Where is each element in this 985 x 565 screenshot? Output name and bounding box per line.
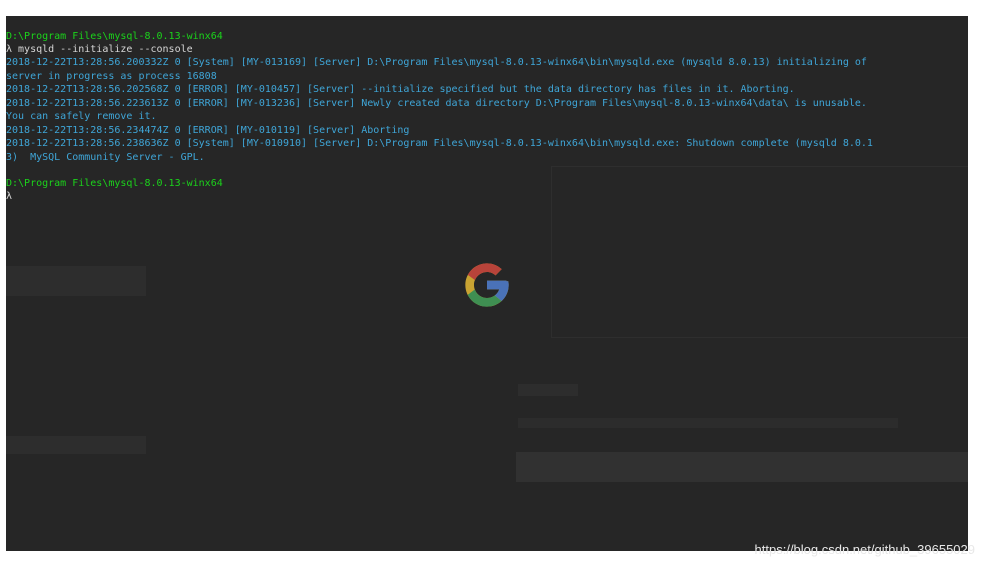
log-line: server in progress as process 16808 xyxy=(6,70,217,82)
log-line: 2018-12-22T13:28:56.223613Z 0 [ERROR] [M… xyxy=(6,97,867,109)
log-line: 2018-12-22T13:28:56.234474Z 0 [ERROR] [M… xyxy=(6,124,410,136)
prompt-cursor[interactable]: λ xyxy=(6,190,12,203)
log-line: 3) MySQL Community Server - GPL. xyxy=(6,151,205,163)
google-logo-icon xyxy=(465,263,509,307)
background-ghost-block xyxy=(6,266,146,296)
background-ghost-text xyxy=(518,384,578,396)
background-ghost-text xyxy=(518,418,898,428)
log-line: 2018-12-22T13:28:56.200332Z 0 [System] [… xyxy=(6,57,867,68)
log-line: 2018-12-22T13:28:56.238636Z 0 [System] [… xyxy=(6,138,873,149)
log-line: 2018-12-22T13:28:56.202568Z 0 [ERROR] [M… xyxy=(6,84,795,95)
prompt-path: D:\Program Files\mysql-8.0.13-winx64 xyxy=(6,178,223,189)
terminal-window[interactable]: D:\Program Files\mysql-8.0.13-winx64 λ m… xyxy=(6,16,968,551)
background-ghost-panel xyxy=(551,166,968,338)
prompt-path: D:\Program Files\mysql-8.0.13-winx64 xyxy=(6,31,223,42)
command-line: λ mysqld --initialize --console xyxy=(6,44,193,55)
background-ghost-block xyxy=(6,436,146,454)
log-line: You can safely remove it. xyxy=(6,111,157,122)
watermark-url: https://blog.csdn.net/github_39655029 xyxy=(754,542,975,557)
background-ghost-bar xyxy=(516,452,968,482)
